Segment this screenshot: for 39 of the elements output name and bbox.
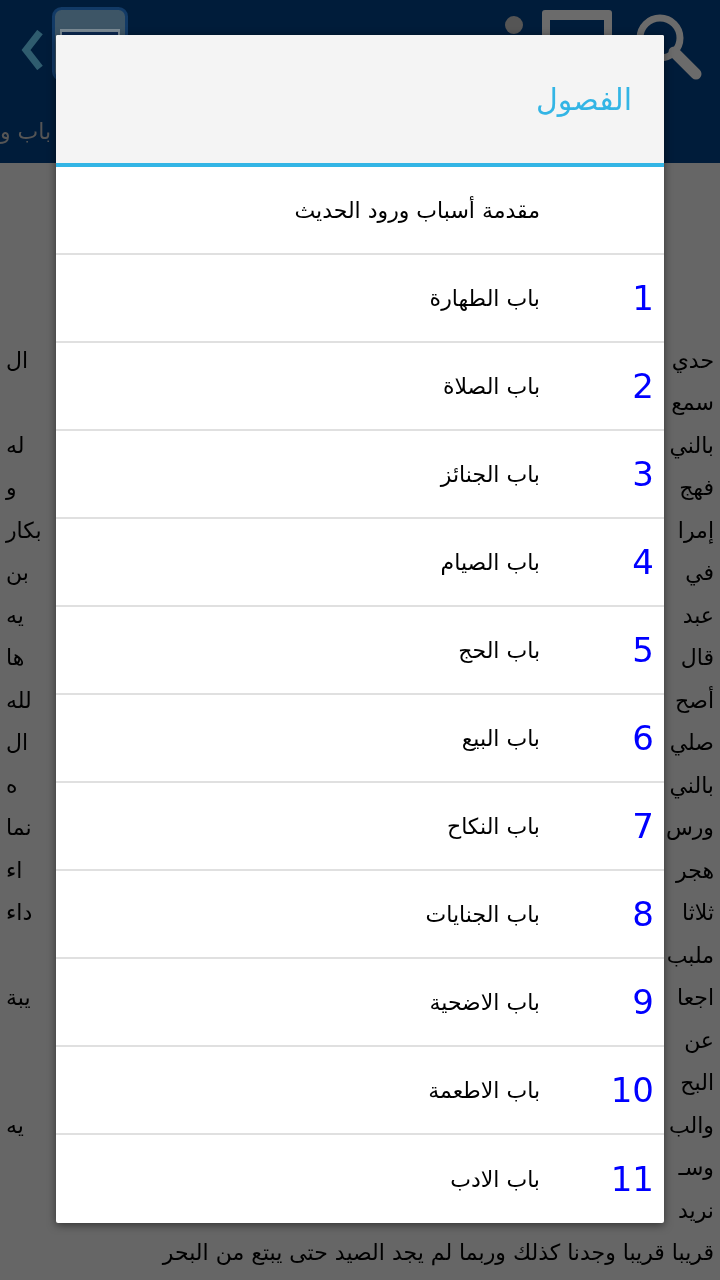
body-text: والب <box>668 1112 714 1138</box>
body-text: بالني <box>669 432 714 458</box>
body-text: وسـ <box>678 1155 714 1181</box>
body-text: قال <box>680 645 714 671</box>
body-text: لله <box>6 687 32 713</box>
body-text: اجعا <box>676 985 714 1011</box>
body-text: ال <box>6 730 29 756</box>
body-text: يه <box>6 602 24 628</box>
body-text: يه <box>6 1112 24 1138</box>
dialog-title: الفصول <box>536 81 632 117</box>
body-text: أصح <box>675 687 714 713</box>
body-text: ملبب <box>666 942 714 968</box>
body-text: سمع <box>671 390 714 416</box>
body-text: داء <box>6 900 33 926</box>
body-text: ورس <box>665 815 714 841</box>
body-text: له <box>6 432 25 458</box>
body-text: نما <box>6 815 32 841</box>
body-text: ال <box>6 347 29 373</box>
body-text: ها <box>6 645 25 671</box>
body-text: بكار <box>6 517 42 543</box>
body-text: بن <box>6 560 29 586</box>
body-text: فهج <box>679 475 714 501</box>
body-text: البح <box>680 1070 714 1096</box>
body-text: ثلاثا <box>681 900 714 926</box>
body-text: حدي <box>671 347 714 373</box>
body-text: يبة <box>6 985 31 1011</box>
body-text: اء <box>6 857 23 883</box>
chapter-item[interactable]: مقدمة أسباب ورود الحديث <box>56 167 664 255</box>
body-text: في <box>685 560 714 586</box>
body-text: و <box>6 475 17 501</box>
body-text: بالني <box>669 772 714 798</box>
body-text: صلي <box>669 730 714 756</box>
body-text: عبد <box>682 602 714 628</box>
body-text: نريد <box>678 1197 714 1223</box>
body-text: إمرا <box>677 517 714 543</box>
body-text: عن <box>684 1027 714 1053</box>
body-text: هجر <box>676 857 714 883</box>
body-text: قريبا قريبا وجدنا كذلك وربما لم يجد الصيد حتى يبتع من البحر <box>162 1240 714 1266</box>
body-text: ه <box>6 772 18 798</box>
